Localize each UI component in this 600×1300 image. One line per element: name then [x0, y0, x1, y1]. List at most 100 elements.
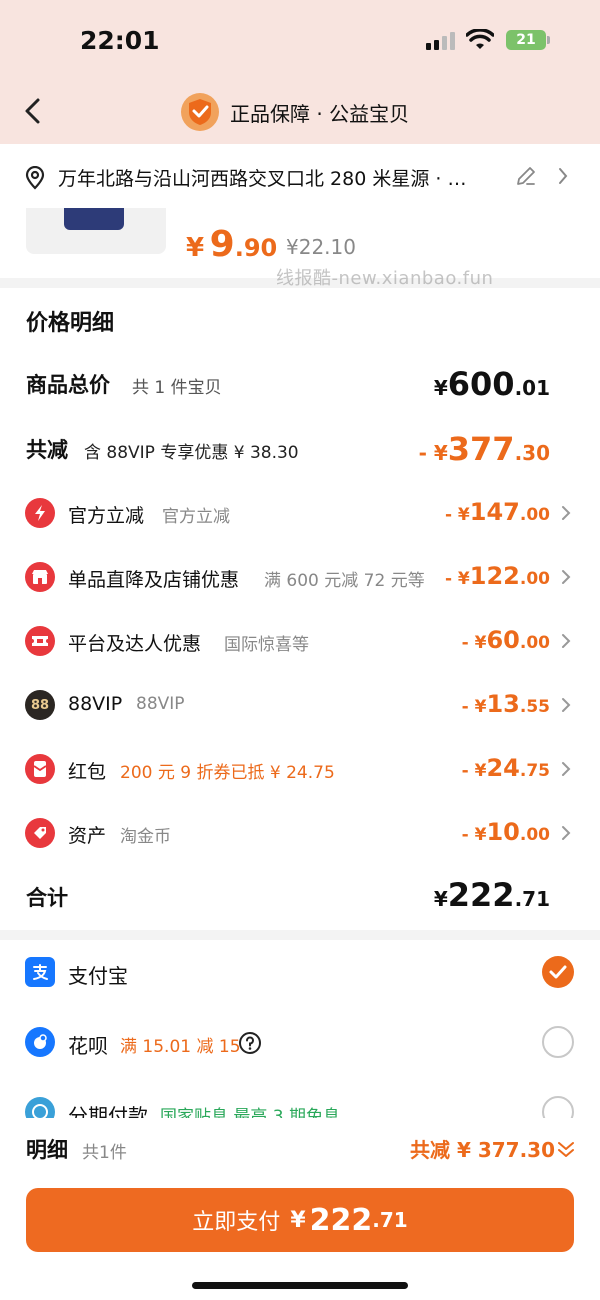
- sum-row: 合计 ¥222.71: [0, 876, 600, 926]
- lightning-icon: [25, 498, 55, 528]
- sum-amount: ¥222.71: [434, 876, 550, 914]
- reduce-int: 377: [447, 430, 515, 468]
- wifi-icon: [466, 29, 494, 49]
- total-yen: ¥: [433, 376, 448, 400]
- divider: [0, 930, 600, 940]
- chevron-right-icon: [562, 762, 571, 776]
- discount-row-red-packet[interactable]: 红包 200 元 9 折券已抵 ¥ 24.75 - ¥24.75: [0, 746, 600, 796]
- huabei-icon: [25, 1027, 55, 1057]
- product-original-price: ¥22.10: [286, 235, 356, 259]
- 88vip-icon: 88: [25, 690, 55, 720]
- payment-method-huabei[interactable]: 花呗 满 15.01 减 15: [0, 1012, 600, 1072]
- shield-icon: [181, 93, 219, 131]
- battery-level: 21: [516, 32, 536, 48]
- payment-promo: 满 15.01 减 15: [120, 1037, 241, 1057]
- discount-dec: .00: [519, 825, 550, 845]
- discount-dec: .75: [519, 761, 550, 781]
- pay-now-button[interactable]: 立即支付 ¥ 222.71: [26, 1188, 574, 1252]
- discount-row-assets[interactable]: 资产 淘金币 - ¥10.00: [0, 810, 600, 860]
- discount-sub: 200 元 9 折券已抵 ¥ 24.75: [120, 763, 335, 783]
- help-icon[interactable]: [238, 1031, 262, 1055]
- payment-promo: 国家贴息 最高 3 期免息: [160, 1107, 341, 1118]
- total-int: 600: [447, 365, 515, 403]
- discount-sub: 官方立减: [162, 507, 230, 527]
- pay-dec: .71: [372, 1208, 408, 1232]
- pay-int: 222: [309, 1202, 373, 1238]
- sum-yen: ¥: [433, 887, 448, 911]
- discount-amount: - ¥147.00: [445, 498, 550, 526]
- discount-int: 10: [486, 818, 520, 846]
- payment-method-installment[interactable]: 分期付款 国家贴息 最高 3 期免息: [0, 1082, 600, 1118]
- sum-label: 合计: [26, 886, 68, 910]
- alipay-icon: [25, 957, 55, 987]
- chevron-double-down-icon[interactable]: [556, 1140, 576, 1160]
- discount-int: 13: [486, 690, 520, 718]
- pay-yen: ¥: [290, 1207, 306, 1233]
- watermark: 线报酷-new.xianbao.fun: [276, 268, 494, 289]
- payment-label: 花呗: [68, 1034, 108, 1058]
- detail-discount[interactable]: 共减 ¥ 377.30: [410, 1134, 555, 1163]
- total-price-count: 共 1 件宝贝: [132, 378, 222, 398]
- total-reduction-row: 共减 含 88VIP 专享优惠 ¥ 38.30 - ¥377.30: [0, 430, 600, 480]
- battery-tip: [547, 36, 550, 44]
- discount-label: 红包: [68, 761, 107, 783]
- discount-row-88vip[interactable]: 88 88VIP 88VIP - ¥13.55: [0, 682, 600, 732]
- edit-pencil-icon[interactable]: [514, 164, 538, 188]
- header-bar: 22:01 21 正品保障 · 公益宝贝: [0, 0, 600, 144]
- page-title-group: 正品保障 · 公益宝贝: [180, 92, 409, 132]
- discount-yen: - ¥: [461, 633, 487, 653]
- discount-yen: - ¥: [444, 569, 470, 589]
- discount-amount: - ¥60.00: [462, 626, 550, 654]
- discount-row-official[interactable]: 官方立减 官方立减 - ¥147.00: [0, 490, 600, 540]
- payment-label: 支付宝: [68, 964, 128, 988]
- product-price-dec: .90: [234, 234, 278, 262]
- discount-amount: - ¥13.55: [462, 690, 550, 718]
- location-pin-icon: [25, 166, 45, 190]
- back-arrow-icon[interactable]: [18, 96, 48, 126]
- pay-now-label: 立即支付: [192, 1210, 281, 1235]
- radio-unselected[interactable]: [542, 1096, 574, 1118]
- address-row[interactable]: 万年北路与沿山河西路交叉口北 280 米星源 · …: [0, 144, 600, 208]
- discount-row-platform[interactable]: 平台及达人优惠 国际惊喜等 - ¥60.00: [0, 618, 600, 668]
- ticket-icon: [25, 626, 55, 656]
- address-text: 万年北路与沿山河西路交叉口北 280 米星源 · …: [58, 168, 467, 190]
- home-indicator: [192, 1282, 408, 1289]
- chevron-right-icon[interactable]: [556, 166, 570, 186]
- discount-label: 单品直降及店铺优惠: [68, 569, 240, 591]
- discount-sub: 淘金币: [120, 827, 171, 847]
- total-price-amount: ¥600.01: [434, 365, 550, 403]
- discount-dec: .00: [519, 505, 550, 525]
- product-thumbnail[interactable]: [26, 208, 166, 254]
- discount-dec: .55: [519, 697, 550, 717]
- status-time: 22:01: [80, 26, 160, 55]
- reduce-yen: - ¥: [418, 441, 448, 465]
- discount-yen: - ¥: [461, 761, 487, 781]
- discount-amount: - ¥24.75: [462, 754, 550, 782]
- discount-int: 60: [486, 626, 520, 654]
- price-detail-title: 价格明细: [26, 311, 115, 336]
- radio-selected[interactable]: [542, 956, 574, 988]
- radio-unselected[interactable]: [542, 1026, 574, 1058]
- total-reduction-amount: - ¥377.30: [419, 430, 550, 468]
- discount-yen: - ¥: [461, 697, 487, 717]
- discount-label: 88VIP: [68, 693, 123, 715]
- installment-icon: [25, 1097, 55, 1118]
- discount-row-store[interactable]: 单品直降及店铺优惠 满 600 元减 72 元等 - ¥122.00: [0, 554, 600, 604]
- chevron-right-icon: [562, 698, 571, 712]
- sum-dec: .71: [514, 887, 550, 911]
- sum-int: 222: [447, 876, 515, 914]
- discount-yen: - ¥: [444, 505, 470, 525]
- detail-count: 共1件: [82, 1143, 127, 1163]
- product-package-image: [64, 208, 124, 230]
- product-price: ¥ 9.90: [186, 224, 277, 265]
- discount-int: 147: [469, 498, 520, 526]
- discount-label: 平台及达人优惠: [68, 633, 202, 655]
- discount-int: 24: [486, 754, 520, 782]
- payment-method-alipay[interactable]: 支付宝: [0, 942, 600, 1002]
- battery-icon: 21: [506, 30, 546, 50]
- store-icon: [25, 562, 55, 592]
- discount-label: 官方立减: [68, 505, 145, 527]
- chevron-right-icon: [562, 634, 571, 648]
- discount-sub: 满 600 元减 72 元等: [264, 571, 425, 591]
- total-reduction-sub: 含 88VIP 专享优惠 ¥ 38.30: [84, 443, 299, 463]
